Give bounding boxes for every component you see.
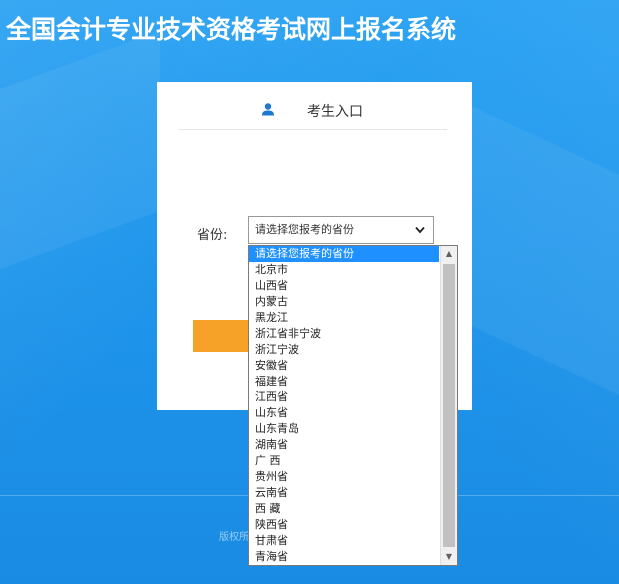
province-dropdown[interactable]: 请选择您报考的省份 北京市 山西省 内蒙古 黑龙江 浙江省非宁波 浙江宁波 安徽省 福建省 江西省…: [248, 245, 458, 566]
province-option[interactable]: 陕西省: [249, 517, 439, 533]
province-select[interactable]: 请选择您报考的省份: [248, 216, 434, 244]
page-title: 全国会计专业技术资格考试网上报名系统: [6, 15, 457, 44]
scroll-down-icon[interactable]: ▼: [441, 549, 457, 565]
panel-header: 考生入口: [179, 82, 447, 130]
province-option[interactable]: 山东青岛: [249, 421, 439, 437]
province-option[interactable]: 浙江省非宁波: [249, 326, 439, 342]
province-option[interactable]: 云南省: [249, 485, 439, 501]
dropdown-scrollbar[interactable]: ▲ ▼: [440, 246, 457, 565]
province-option[interactable]: 内蒙古: [249, 294, 439, 310]
province-option[interactable]: 福建省: [249, 374, 439, 390]
province-option[interactable]: 广 西: [249, 453, 439, 469]
province-option[interactable]: 黑龙江: [249, 310, 439, 326]
province-option[interactable]: 安徽省: [249, 358, 439, 374]
chevron-down-icon: [415, 226, 425, 234]
province-option[interactable]: 北京市: [249, 262, 439, 278]
background-shard: [470, 105, 619, 395]
province-option[interactable]: 甘肃省: [249, 533, 439, 549]
user-icon: [262, 103, 274, 116]
province-option[interactable]: 湖南省: [249, 437, 439, 453]
province-option[interactable]: 贵州省: [249, 469, 439, 485]
panel-title: 考生入口: [307, 104, 363, 120]
scroll-thumb[interactable]: [443, 264, 455, 547]
province-option[interactable]: 浙江宁波: [249, 342, 439, 358]
province-option[interactable]: 江西省: [249, 389, 439, 405]
province-option[interactable]: 西 藏: [249, 501, 439, 517]
province-select-value: 请选择您报考的省份: [255, 223, 354, 236]
province-option[interactable]: 请选择您报考的省份: [249, 246, 439, 262]
province-option[interactable]: 青海省: [249, 549, 439, 565]
background-shard: [0, 30, 160, 270]
scroll-up-icon[interactable]: ▲: [441, 246, 457, 262]
province-option[interactable]: 山西省: [249, 278, 439, 294]
province-option[interactable]: 山东省: [249, 405, 439, 421]
login-button[interactable]: [193, 320, 251, 352]
copyright-text: 版权所: [219, 532, 249, 543]
province-option-list: 请选择您报考的省份 北京市 山西省 内蒙古 黑龙江 浙江省非宁波 浙江宁波 安徽省 福建省 江西省…: [249, 246, 439, 565]
province-label: 省份:: [197, 228, 228, 243]
